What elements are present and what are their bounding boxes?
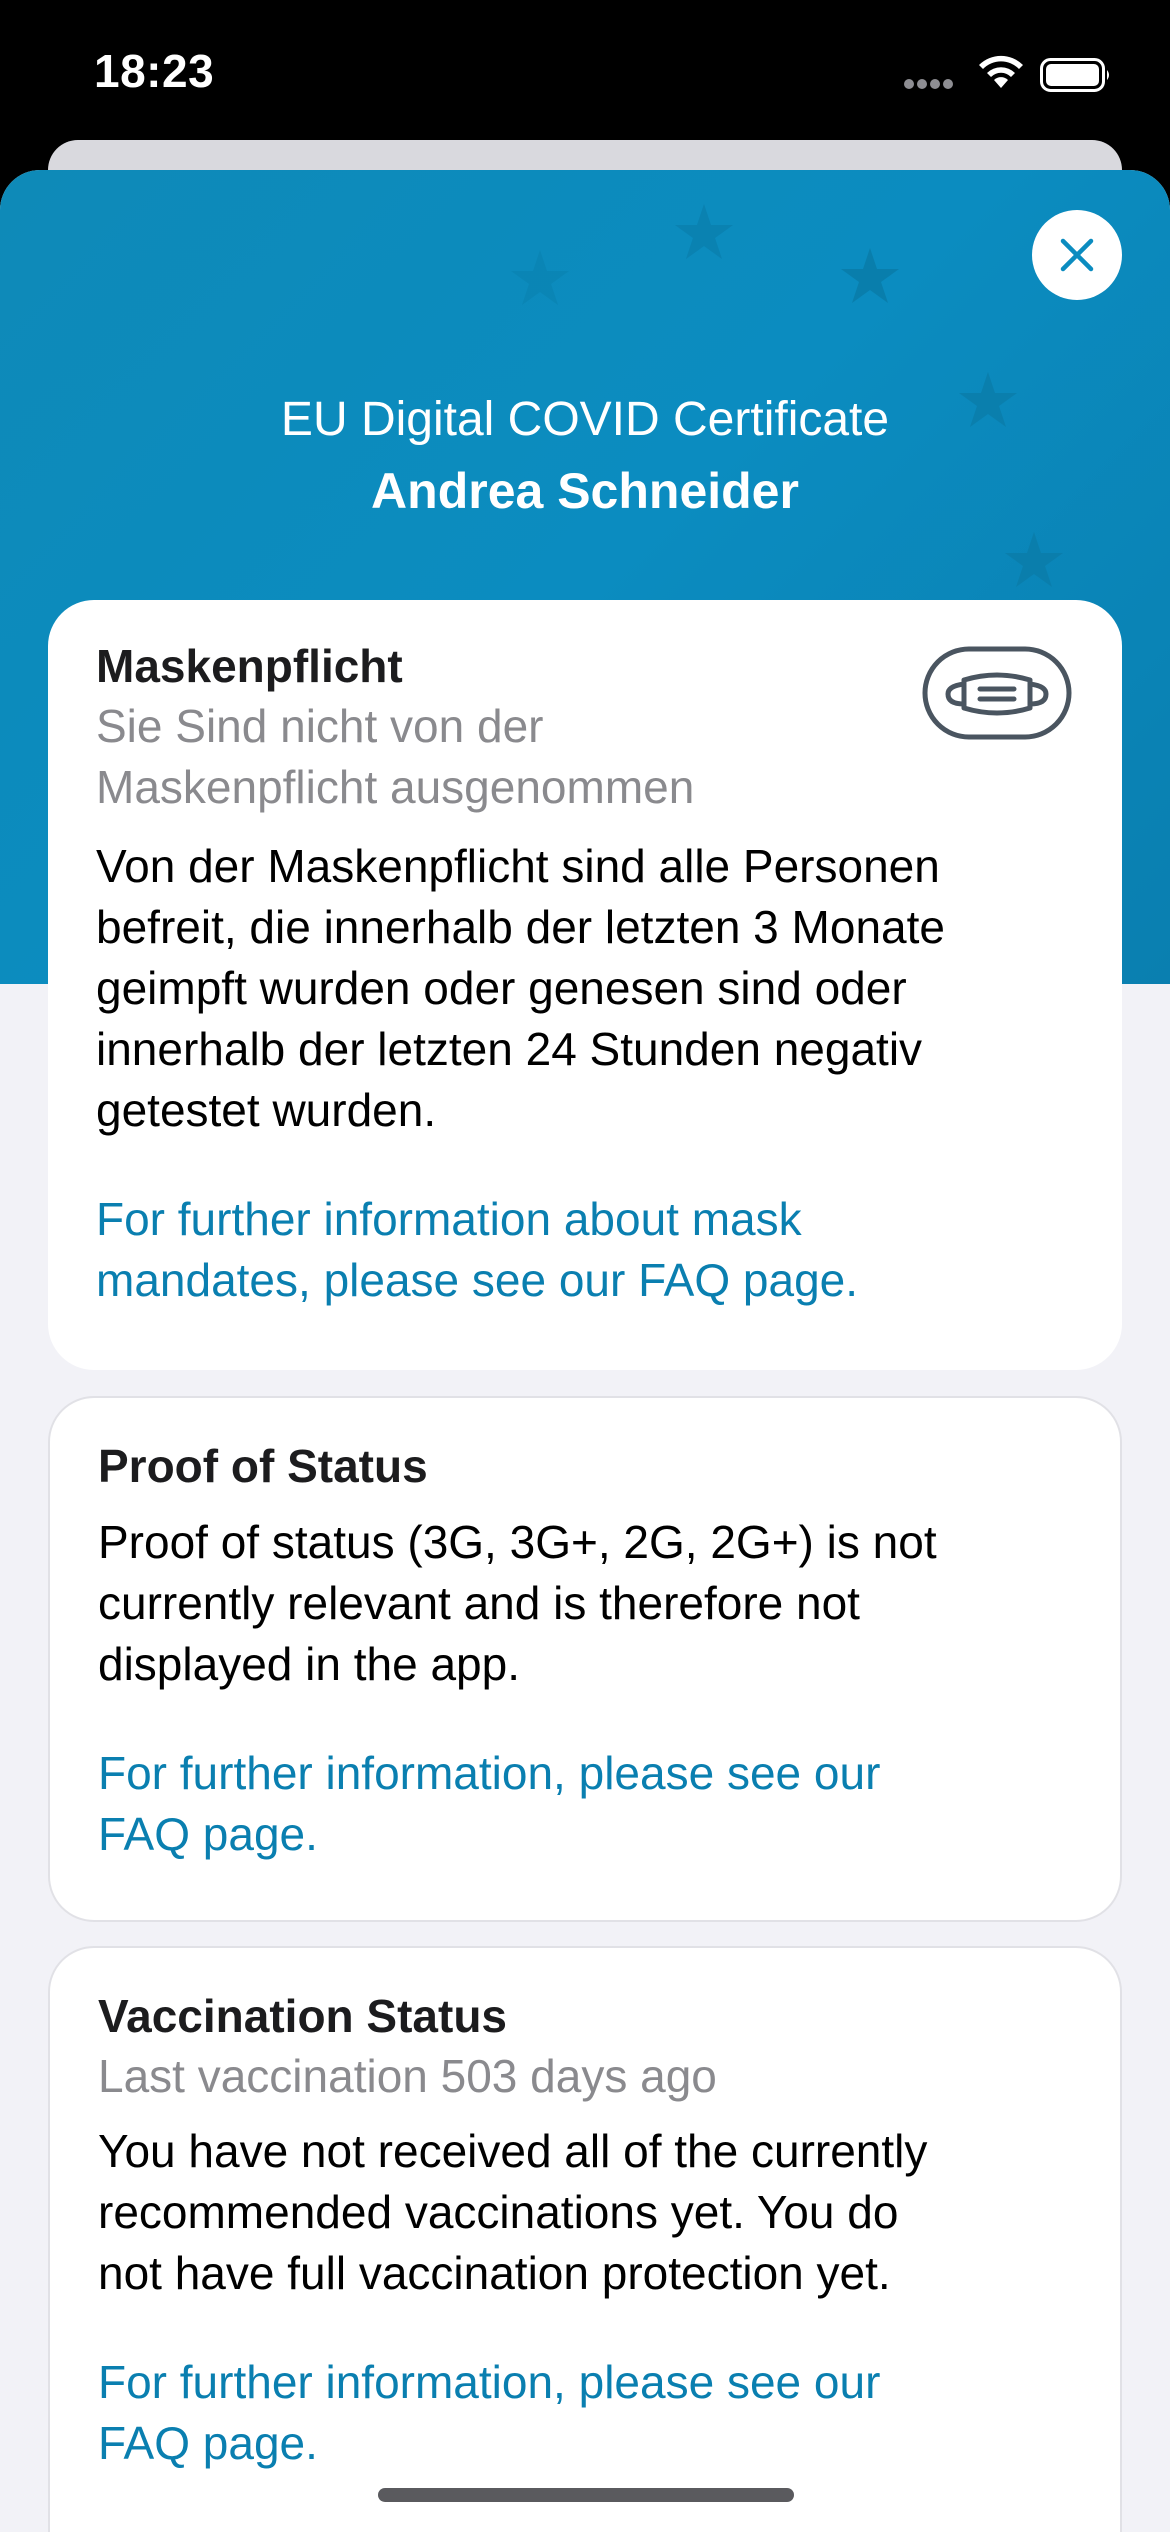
status-time: 18:23: [94, 45, 215, 97]
mask-faq-link-line: mandates, please see our FAQ page.: [96, 1254, 859, 1306]
mask-mandate-card: Maskenpflicht Sie Sind nicht von der Mas…: [48, 600, 1122, 1370]
mask-card-body-line: innerhalb der letzten 24 Stunden negativ: [96, 1023, 923, 1075]
vaccination-faq-link-line: FAQ page.: [98, 2417, 318, 2469]
proof-card-title: Proof of Status: [98, 1440, 428, 1492]
mask-card-body-line: geimpft wurden oder genesen sind oder: [96, 962, 907, 1014]
proof-of-status-card: Proof of Status Proof of status (3G, 3G+…: [48, 1396, 1122, 1922]
wifi-icon: [979, 55, 1023, 88]
status-bar: 18:23: [0, 0, 1170, 150]
vaccination-faq-link[interactable]: For further information, please see our …: [98, 2352, 1072, 2474]
mask-faq-link-line: For further information about mask: [96, 1193, 802, 1245]
close-icon: [1060, 238, 1094, 272]
certificate-sheet: EU Digital COVID Certificate Andrea Schn…: [0, 170, 1170, 2532]
proof-faq-link-line: FAQ page.: [98, 1808, 318, 1860]
proof-card-body-line: Proof of status (3G, 3G+, 2G, 2G+) is no…: [98, 1516, 937, 1568]
vaccination-card-body-line: recommended vaccinations yet. You do: [98, 2186, 899, 2238]
battery-icon: [1040, 58, 1109, 92]
mask-card-body-line: getestet wurden.: [96, 1084, 437, 1136]
vaccination-card-body: You have not received all of the current…: [98, 2121, 1072, 2304]
proof-card-body: Proof of status (3G, 3G+, 2G, 2G+) is no…: [98, 1512, 1072, 1695]
proof-card-body-line: currently relevant and is therefore not: [98, 1577, 860, 1629]
close-button[interactable]: [1032, 210, 1122, 300]
certificate-type-title: EU Digital COVID Certificate: [280, 393, 890, 446]
cellular-signal-icon: [904, 76, 960, 90]
mask-card-body: Von der Maskenpflicht sind alle Personen…: [96, 836, 1074, 1141]
mask-faq-link[interactable]: For further information about mask manda…: [96, 1189, 1074, 1311]
vaccination-card-subtitle: Last vaccination 503 days ago: [98, 2050, 717, 2102]
holder-name: Andrea Schneider: [371, 463, 799, 519]
mask-card-body-line: Von der Maskenpflicht sind alle Personen: [96, 840, 940, 892]
mask-icon: [922, 646, 1072, 740]
proof-card-body-line: displayed in the app.: [98, 1638, 520, 1690]
vaccination-card-body-line: You have not received all of the current…: [98, 2125, 928, 2177]
vaccination-card-body-line: not have full vaccination protection yet…: [98, 2247, 891, 2299]
proof-faq-link[interactable]: For further information, please see our …: [98, 1743, 1072, 1865]
vaccination-status-card: Vaccination Status Last vaccination 503 …: [48, 1946, 1122, 2532]
home-indicator[interactable]: [378, 2488, 794, 2502]
proof-faq-link-line: For further information, please see our: [98, 1747, 881, 1799]
mask-card-body-line: befreit, die innerhalb der letzten 3 Mon…: [96, 901, 945, 953]
screen: 18:23 EU Digital COVID Certificate Andre…: [0, 0, 1170, 2532]
mask-card-subtitle-line: Maskenpflicht ausgenommen: [96, 761, 695, 813]
vaccination-faq-link-line: For further information, please see our: [98, 2356, 881, 2408]
vaccination-card-title: Vaccination Status: [98, 1990, 508, 2042]
